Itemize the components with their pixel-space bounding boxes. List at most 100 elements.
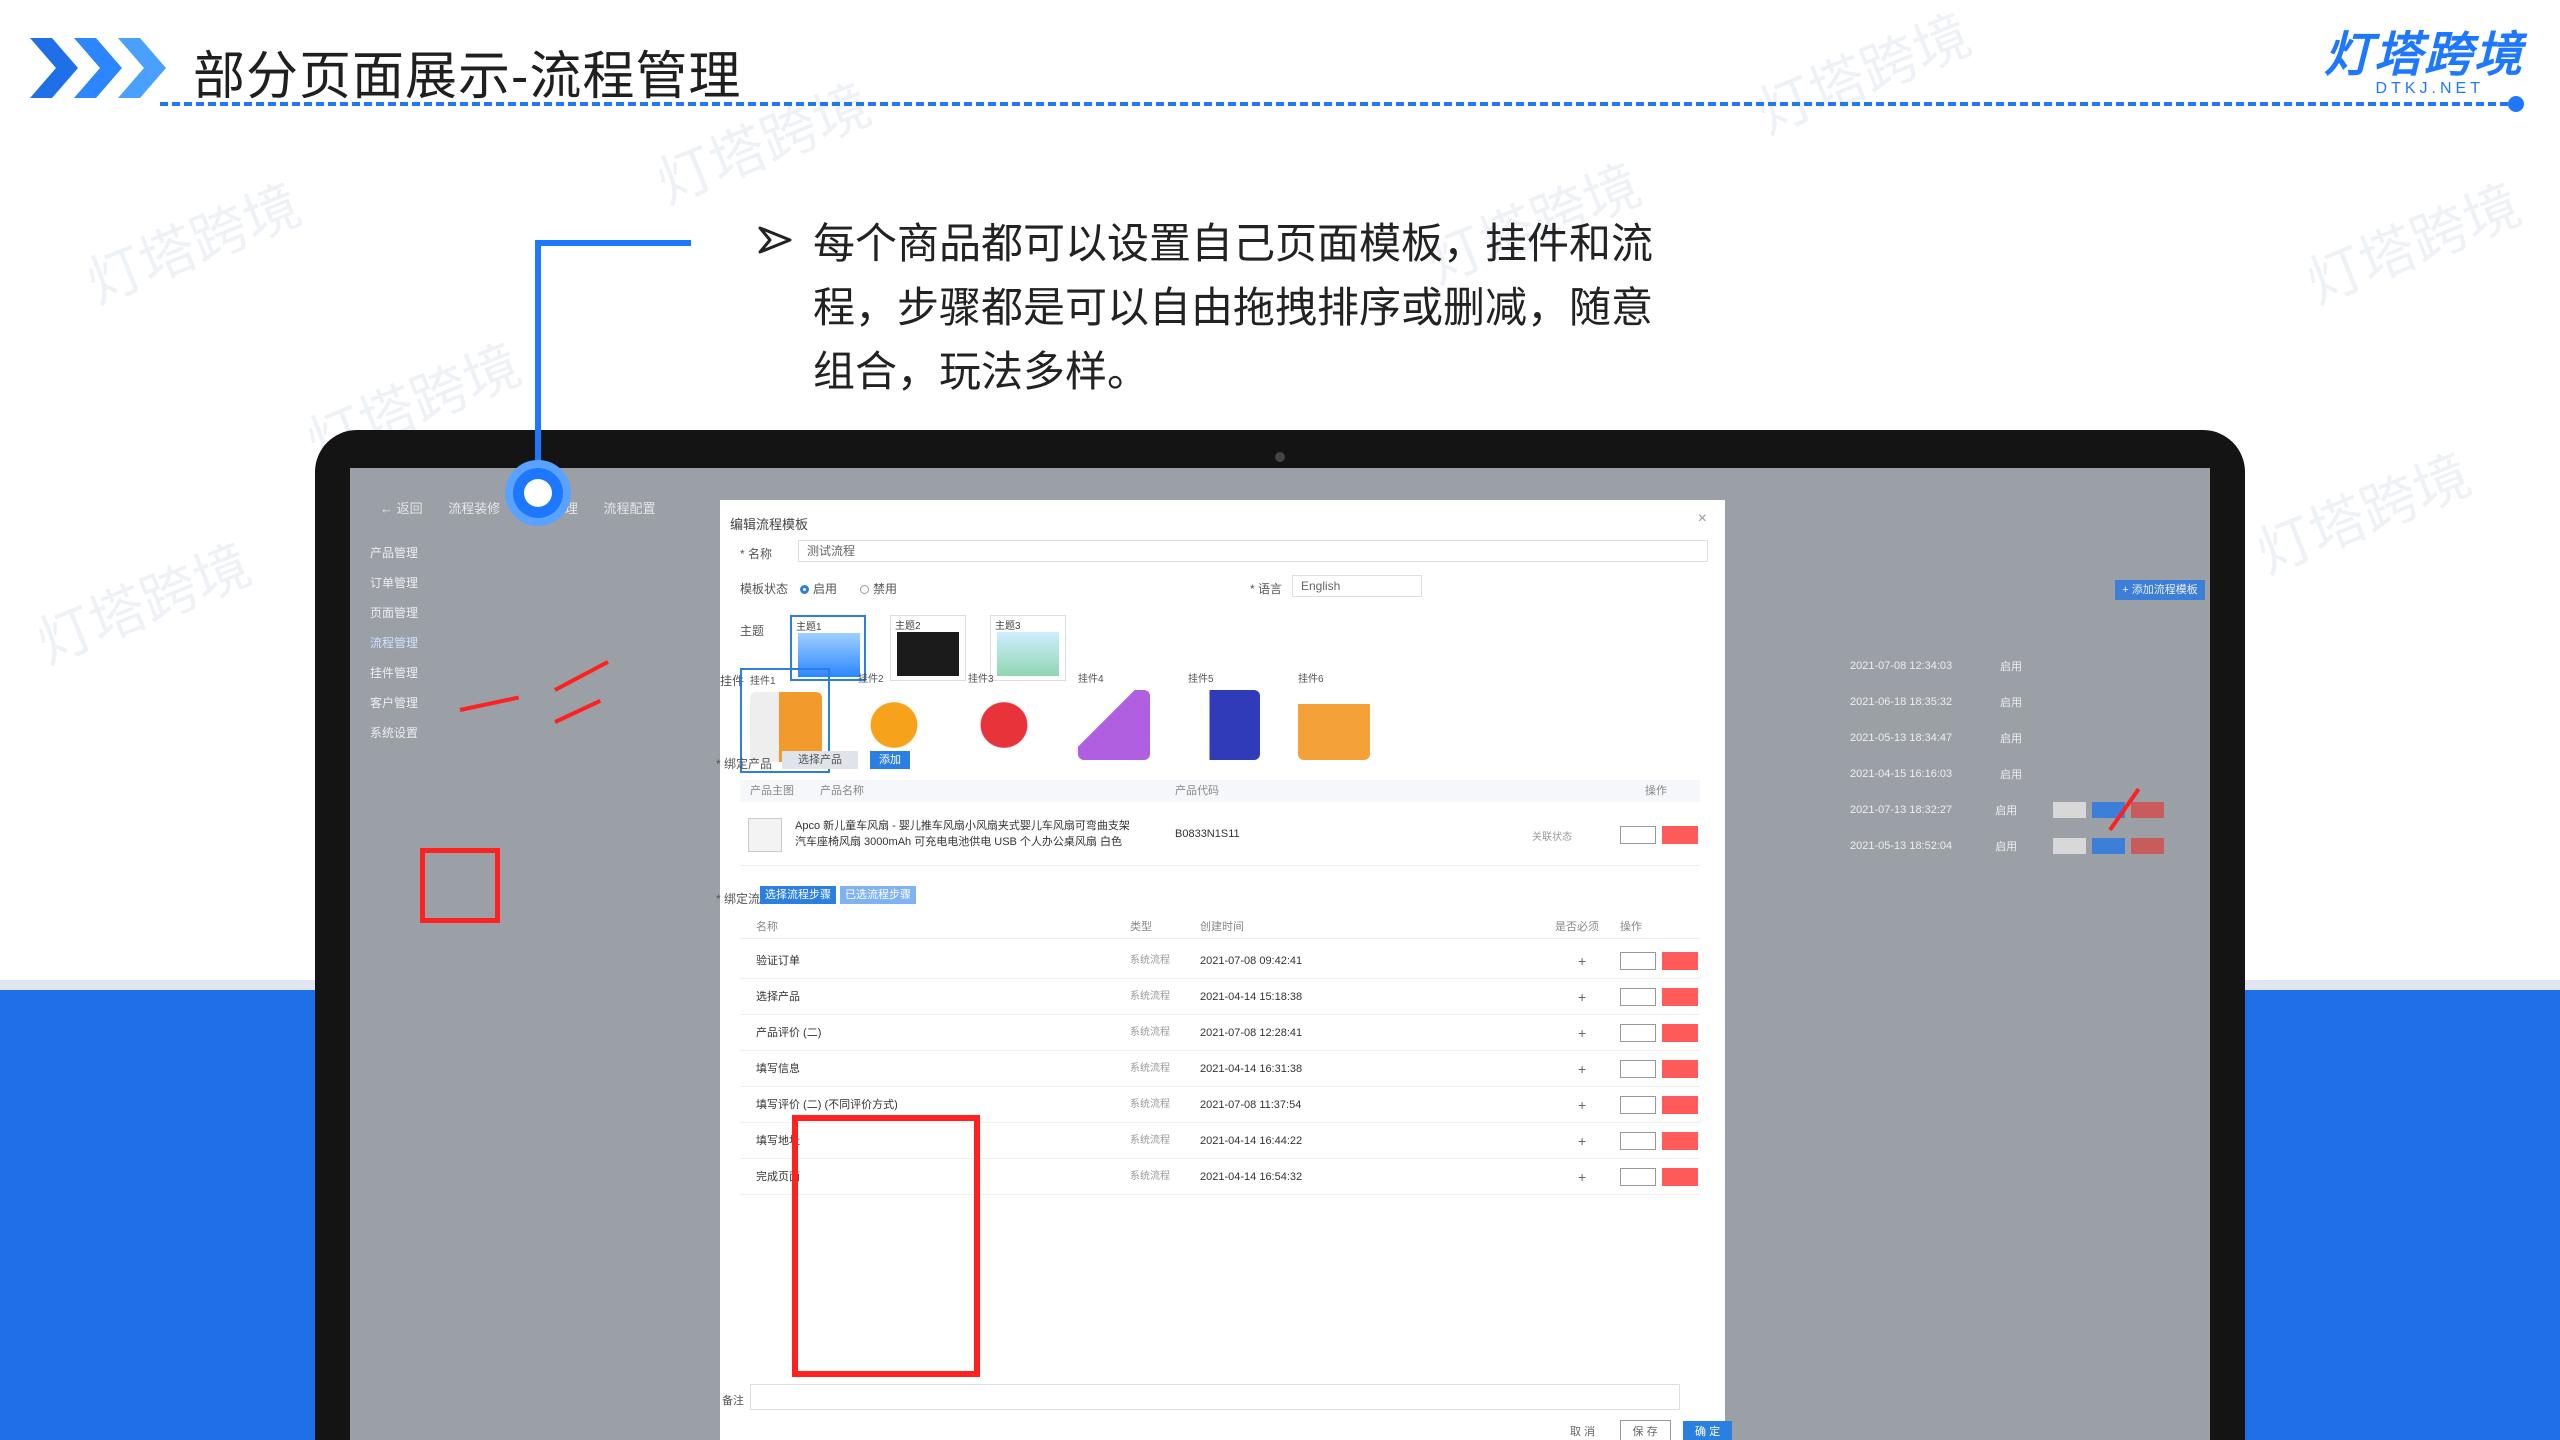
delete-button[interactable]: [2131, 838, 2164, 854]
watermark-text: 灯塔跨境: [2297, 173, 2530, 316]
watermark-text: 灯塔跨境: [27, 533, 260, 676]
delete-button[interactable]: [2131, 802, 2164, 818]
drag-handle-icon[interactable]: +: [1578, 1015, 1586, 1051]
table-row: 2021-05-13 18:34:47 启用: [1850, 720, 2170, 756]
flow-delete-button[interactable]: [1662, 1096, 1698, 1114]
radio-icon: [860, 585, 869, 595]
close-icon[interactable]: ×: [1698, 510, 1707, 528]
drag-handle-icon[interactable]: +: [1578, 943, 1586, 979]
brand-name: 灯塔跨境: [2323, 29, 2524, 82]
cancel-button[interactable]: 取 消: [1558, 1421, 1607, 1440]
watermark-text: 灯塔跨境: [2247, 443, 2480, 586]
language-select[interactable]: English: [1292, 575, 1422, 597]
highlight-box: [420, 848, 500, 923]
flow-tab-selected[interactable]: 已选流程步骤: [840, 886, 916, 904]
description-text: 每个商品都可以设置自己页面模板，挂件和流程，步骤都是可以自由拖拽排序或删减，随意…: [813, 220, 1654, 395]
row-status: 启用: [2000, 697, 2022, 709]
drag-handle-icon[interactable]: +: [1578, 1159, 1586, 1195]
status-radio-enabled[interactable]: 启用: [800, 580, 837, 597]
background-sidebar: 产品管理 订单管理 页面管理 流程管理 挂件管理 客户管理 系统设置: [370, 538, 480, 748]
product-thumbnail: [748, 818, 782, 852]
callout-ring-icon: [505, 460, 571, 526]
col-flow-date: 创建时间: [1200, 921, 1244, 933]
copy-button[interactable]: [2092, 838, 2126, 854]
plugin-preview: [1188, 690, 1260, 760]
flow-edit-button[interactable]: [1620, 1096, 1656, 1114]
name-input[interactable]: 测试流程: [798, 540, 1708, 562]
sidebar-item-settings[interactable]: 系统设置: [370, 718, 480, 748]
drag-handle-icon[interactable]: +: [1578, 1123, 1586, 1159]
product-edit-button[interactable]: [1620, 826, 1656, 844]
flow-tab-select[interactable]: 选择流程步骤: [760, 886, 836, 904]
sidebar-item-order[interactable]: 订单管理: [370, 568, 480, 598]
save-button[interactable]: 保 存: [1619, 1420, 1671, 1440]
product-table-header: 产品主图 产品名称 产品代码 操作: [740, 780, 1700, 802]
flow-edit-button[interactable]: [1620, 952, 1656, 970]
name-label: * 名称: [740, 547, 773, 561]
background-tab[interactable]: 流程配置: [604, 501, 656, 516]
plugin-option-3[interactable]: 挂件3: [960, 668, 1050, 773]
flow-delete-button[interactable]: [1662, 1168, 1698, 1186]
col-product-actions: 操作: [1645, 785, 1667, 797]
col-product-code: 产品代码: [1175, 785, 1219, 797]
flow-row[interactable]: 填写信息 系统流程 2021-04-14 16:31:38 +: [740, 1051, 1700, 1087]
row-time: 2021-07-08 12:34:03: [1850, 660, 1953, 672]
flow-row[interactable]: 选择产品 系统流程 2021-04-14 15:18:38 +: [740, 979, 1700, 1015]
flow-delete-button[interactable]: [1662, 1060, 1698, 1078]
sidebar-item-customer[interactable]: 客户管理: [370, 688, 480, 718]
flow-row[interactable]: 验证订单 系统流程 2021-07-08 09:42:41 +: [740, 943, 1700, 979]
product-name: Apco 新儿童车风扇 - 婴儿推车风扇小风扇夹式婴儿车风扇可弯曲支架汽车座椅风…: [795, 820, 1130, 848]
edit-button[interactable]: [2053, 838, 2087, 854]
col-product-image: 产品主图: [750, 785, 794, 797]
row-status: 启用: [1995, 841, 2018, 853]
flow-delete-button[interactable]: [1662, 1132, 1698, 1150]
header-divider: [160, 102, 2520, 106]
bind-product-label: * 绑定产品: [716, 757, 773, 771]
table-row: 2021-07-08 12:34:03 启用: [1850, 648, 2170, 684]
annotation-arrow: [554, 660, 609, 692]
sidebar-item-flow[interactable]: 流程管理: [370, 628, 480, 658]
col-flow-required: 是否必须: [1555, 921, 1599, 933]
sidebar-item-plugin[interactable]: 挂件管理: [370, 658, 480, 688]
flow-delete-button[interactable]: [1662, 1024, 1698, 1042]
plugin-option-5[interactable]: 挂件5: [1180, 668, 1270, 773]
edit-button[interactable]: [2053, 802, 2087, 818]
plugin-option-6[interactable]: 挂件6: [1290, 668, 1380, 773]
flow-edit-button[interactable]: [1620, 1024, 1656, 1042]
table-row: 2021-05-13 18:52:04 启用: [1850, 828, 2170, 864]
flow-edit-button[interactable]: [1620, 1060, 1656, 1078]
theme-label: 主题: [740, 624, 765, 638]
row-status: 启用: [1995, 805, 2018, 817]
modal-footer: 取 消 保 存 确 定: [1550, 1420, 1733, 1440]
row-status: 启用: [2000, 733, 2022, 745]
flow-edit-button[interactable]: [1620, 1132, 1656, 1150]
remark-input[interactable]: [750, 1384, 1680, 1410]
plugin-option-4[interactable]: 挂件4: [1070, 668, 1160, 773]
sidebar-item-page[interactable]: 页面管理: [370, 598, 480, 628]
row-status: 启用: [2000, 661, 2022, 673]
flow-edit-button[interactable]: [1620, 988, 1656, 1006]
sidebar-item-product[interactable]: 产品管理: [370, 538, 480, 568]
drag-handle-icon[interactable]: +: [1578, 1051, 1586, 1087]
slide-title: 部分页面展示-流程管理: [193, 48, 742, 106]
background-tab[interactable]: 流程装修: [448, 501, 500, 516]
table-row: 2021-04-15 16:16:03 启用: [1850, 756, 2170, 792]
background-table: 2021-07-08 12:34:03 启用 2021-06-18 18:35:3…: [1850, 648, 2170, 864]
flow-row[interactable]: 产品评价 (二) 系统流程 2021-07-08 12:28:41 +: [740, 1015, 1700, 1051]
add-flow-template-button[interactable]: + 添加流程模板: [2115, 580, 2205, 600]
drag-handle-icon[interactable]: +: [1578, 979, 1586, 1015]
product-tab-select[interactable]: 选择产品: [782, 751, 858, 769]
product-delete-button[interactable]: [1662, 826, 1698, 844]
drag-handle-icon[interactable]: +: [1578, 1087, 1586, 1123]
confirm-button[interactable]: 确 定: [1683, 1421, 1733, 1440]
status-radio-disabled[interactable]: 禁用: [860, 580, 897, 597]
background-tab[interactable]: ← 返回: [380, 501, 423, 516]
flow-delete-button[interactable]: [1662, 988, 1698, 1006]
col-flow-type: 类型: [1130, 921, 1152, 933]
table-row: 2021-06-18 18:35:32 启用: [1850, 684, 2170, 720]
product-code: B0833N1S11: [1175, 828, 1240, 840]
row-status: 启用: [2000, 769, 2022, 781]
flow-delete-button[interactable]: [1662, 952, 1698, 970]
flow-edit-button[interactable]: [1620, 1168, 1656, 1186]
product-tab-add[interactable]: 添加: [870, 751, 910, 769]
